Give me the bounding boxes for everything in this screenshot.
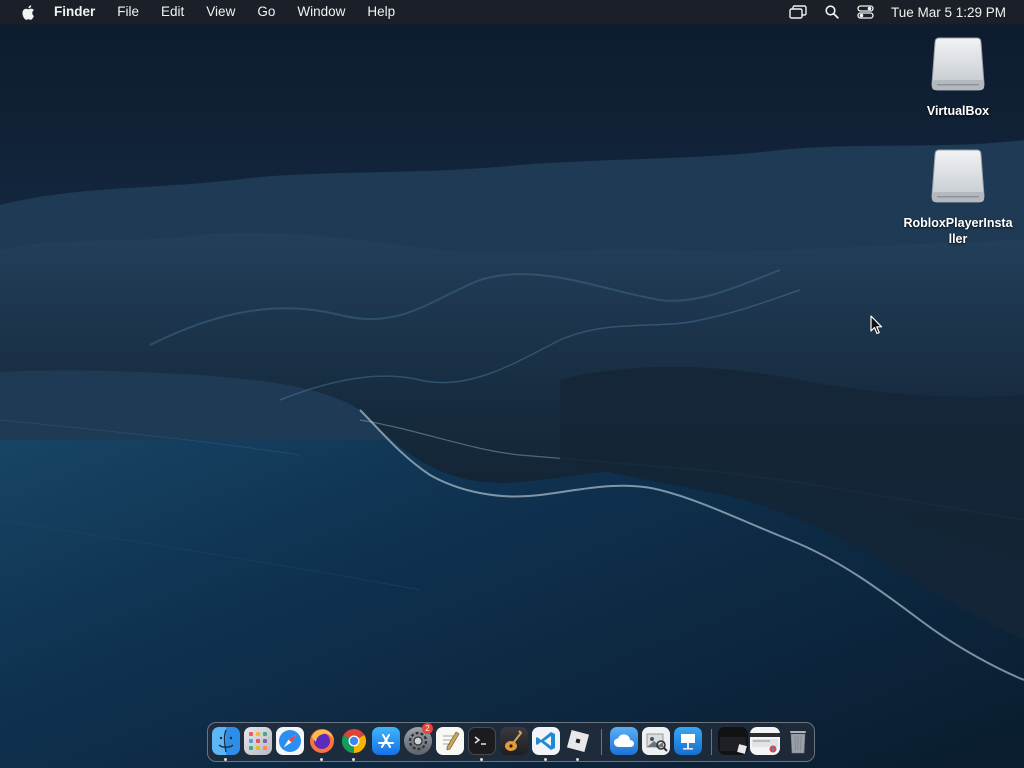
desktop-icon-label: RobloxPlayerInstaller <box>903 216 1013 246</box>
dock-separator <box>711 729 712 755</box>
chrome-icon[interactable] <box>340 727 368 755</box>
menu-file[interactable]: File <box>106 0 150 24</box>
running-indicator <box>576 758 579 761</box>
icloud-drive-icon[interactable] <box>610 727 638 755</box>
recent-window-2-icon[interactable] <box>750 727 780 755</box>
desktop-icon-robloxplayerinstaller[interactable]: RobloxPlayerInstaller <box>898 146 1018 247</box>
desktop-icon-virtualbox[interactable]: VirtualBox <box>898 34 1018 119</box>
running-indicator <box>224 758 227 761</box>
running-indicator <box>320 758 323 761</box>
safari-icon[interactable] <box>276 727 304 755</box>
launchpad-icon[interactable] <box>244 727 272 755</box>
control-center-icon[interactable] <box>855 0 877 24</box>
trash-icon[interactable] <box>784 727 812 755</box>
desktop[interactable]: Finder File Edit View Go Window Help Tue… <box>0 0 1024 768</box>
vscode-icon[interactable] <box>532 727 560 755</box>
dock: 2 <box>207 722 815 762</box>
roblox-icon[interactable] <box>564 727 592 755</box>
external-disk-icon <box>931 149 985 203</box>
menu-app-finder[interactable]: Finder <box>50 0 106 24</box>
terminal-icon[interactable] <box>468 727 496 755</box>
running-indicator <box>480 758 483 761</box>
garageband-icon[interactable] <box>500 727 528 755</box>
menu-bar-clock[interactable]: Tue Mar 5 1:29 PM <box>891 5 1006 20</box>
mouse-pointer-icon <box>870 315 883 335</box>
running-indicator <box>352 758 355 761</box>
dock-separator <box>601 729 602 755</box>
preview-icon[interactable] <box>642 727 670 755</box>
notification-badge: 2 <box>422 723 433 734</box>
apple-menu-icon[interactable] <box>16 0 38 24</box>
recent-window-1-icon[interactable] <box>718 727 748 755</box>
app-store-icon[interactable] <box>372 727 400 755</box>
external-disk-icon <box>931 37 985 91</box>
menu-edit[interactable]: Edit <box>150 0 195 24</box>
running-indicator <box>544 758 547 761</box>
menu-bar: Finder File Edit View Go Window Help Tue… <box>0 0 1024 24</box>
menu-help[interactable]: Help <box>356 0 406 24</box>
finder-icon[interactable] <box>212 727 240 755</box>
spotlight-search-icon[interactable] <box>821 0 843 24</box>
keynote-icon[interactable] <box>674 727 702 755</box>
wallpaper <box>0 0 1024 768</box>
desktop-icon-label: VirtualBox <box>926 104 990 118</box>
screen-mirroring-icon[interactable] <box>787 0 809 24</box>
system-settings-icon[interactable]: 2 <box>404 723 433 755</box>
menu-window[interactable]: Window <box>286 0 356 24</box>
menu-go[interactable]: Go <box>246 0 286 24</box>
firefox-icon[interactable] <box>308 727 336 755</box>
menu-view[interactable]: View <box>195 0 246 24</box>
textedit-icon[interactable] <box>436 727 464 755</box>
